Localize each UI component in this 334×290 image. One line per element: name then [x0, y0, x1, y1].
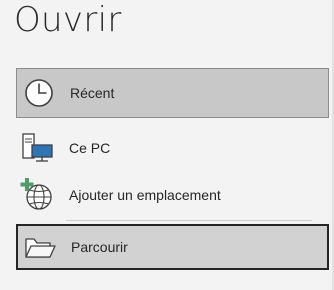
page-title: Ouvrir	[14, 0, 122, 40]
separator	[66, 220, 312, 221]
nav-item-add-place[interactable]: Ajouter un emplacement	[16, 170, 329, 220]
nav-item-this-pc[interactable]: Ce PC	[16, 123, 329, 173]
folder-open-icon	[22, 229, 58, 265]
clock-icon	[21, 75, 57, 111]
add-place-globe-icon	[20, 177, 56, 213]
computer-icon	[20, 130, 56, 166]
nav-item-label: Récent	[70, 85, 115, 101]
nav-item-label: Ajouter un emplacement	[69, 187, 221, 203]
nav-item-label: Parcourir	[71, 239, 128, 255]
nav-item-recent[interactable]: Récent	[16, 68, 329, 118]
nav-item-label: Ce PC	[69, 140, 111, 156]
nav-item-browse[interactable]: Parcourir	[16, 224, 329, 270]
